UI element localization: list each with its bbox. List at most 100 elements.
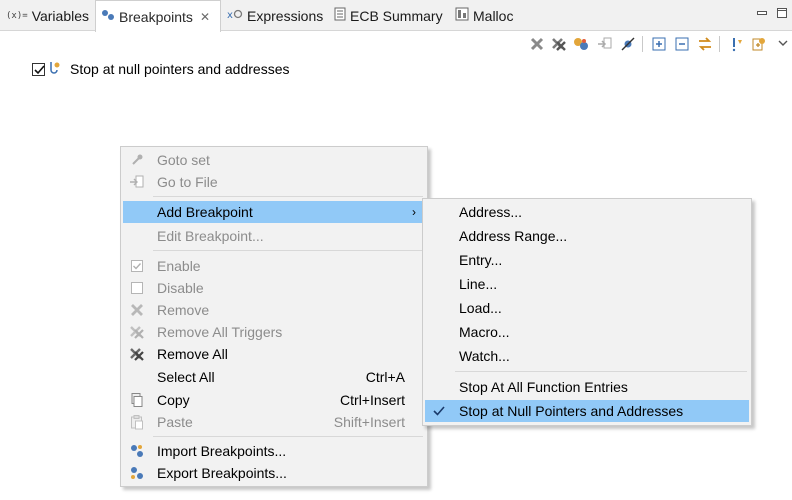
tab-breakpoints[interactable]: Breakpoints ✕ — [95, 0, 221, 32]
menu-item-add-breakpoint[interactable]: Add Breakpoint › — [123, 201, 425, 223]
menu-item-label: Enable — [157, 258, 201, 274]
menu-item-disable[interactable]: Disable — [123, 277, 425, 299]
checkmark-icon — [431, 403, 447, 419]
view-menu-icon[interactable] — [777, 36, 792, 52]
menu-item-remove-all[interactable]: Remove All — [123, 343, 425, 365]
menu-item-import-breakpoints[interactable]: Import Breakpoints... — [123, 440, 425, 462]
menu-item-label: Watch... — [459, 348, 510, 364]
tab-label: Expressions — [247, 7, 324, 24]
ecb-summary-icon — [334, 7, 346, 24]
expressions-icon: x — [227, 7, 243, 24]
breakpoint-checkbox[interactable] — [32, 62, 45, 76]
tab-label: Breakpoints — [119, 8, 193, 25]
malloc-icon — [455, 7, 469, 24]
menu-item-shortcut: Ctrl+Insert — [340, 392, 405, 408]
menu-item-label: Paste — [157, 414, 193, 430]
menu-item-label: Goto set — [157, 152, 210, 168]
null-pointer-breakpoint-icon — [48, 60, 62, 79]
menu-item-label: Copy — [157, 392, 190, 408]
menu-item-label: Stop at Null Pointers and Addresses — [459, 403, 684, 419]
submenu-item-watch[interactable]: Watch... — [425, 345, 749, 367]
menu-separator — [153, 196, 423, 197]
menu-item-label: Address Range... — [459, 228, 568, 244]
tab-label: Variables — [31, 7, 90, 24]
minimize-icon[interactable] — [756, 6, 768, 18]
tab-label: ECB Summary — [350, 7, 443, 24]
import-breakpoints-icon — [129, 443, 145, 459]
menu-item-remove-all-triggers[interactable]: Remove All Triggers — [123, 321, 425, 343]
remove-icon — [129, 302, 145, 318]
submenu-item-address-range[interactable]: Address Range... — [425, 225, 749, 247]
menu-item-label: Remove All — [157, 346, 228, 362]
tab-expressions[interactable]: x Expressions — [227, 0, 323, 31]
new-breakpoint-icon[interactable] — [751, 36, 767, 52]
menu-item-export-breakpoints[interactable]: Export Breakpoints... — [123, 462, 425, 484]
expand-all-icon[interactable] — [651, 36, 667, 52]
add-breakpoint-submenu: Address... Address Range... Entry... Lin… — [422, 198, 752, 426]
menu-item-copy[interactable]: Copy Ctrl+Insert — [123, 389, 425, 411]
menu-item-label: Entry... — [459, 252, 503, 268]
menu-item-label: Address... — [459, 204, 523, 220]
breakpoint-row[interactable]: Stop at null pointers and addresses — [32, 59, 289, 79]
tab-ecb-summary[interactable]: ECB Summary — [334, 0, 443, 31]
go-to-file-icon[interactable] — [597, 36, 613, 52]
menu-item-shortcut: Shift+Insert — [333, 414, 405, 430]
submenu-item-stop-all-function-entries[interactable]: Stop At All Function Entries — [425, 376, 749, 398]
menu-separator — [153, 436, 423, 437]
menu-item-label: Load... — [459, 300, 502, 316]
menu-item-remove[interactable]: Remove — [123, 299, 425, 321]
menu-item-label: Stop At All Function Entries — [459, 379, 628, 395]
submenu-arrow-icon: › — [412, 205, 416, 219]
toolbar-separator — [719, 36, 720, 52]
remove-icon[interactable] — [529, 36, 545, 52]
menu-item-label: Remove — [157, 302, 210, 318]
tab-label: Malloc — [473, 7, 514, 24]
tab-malloc[interactable]: Malloc — [455, 0, 513, 31]
breakpoints-icon — [101, 8, 115, 25]
maximize-icon[interactable] — [776, 6, 788, 18]
link-with-debug-view-icon[interactable] — [697, 36, 713, 52]
variables-icon: (x)= — [6, 10, 28, 21]
menu-item-label: Remove All Triggers — [157, 324, 283, 340]
menu-item-paste[interactable]: Paste Shift+Insert — [123, 411, 425, 433]
menu-separator — [455, 371, 747, 372]
remove-all-icon — [129, 346, 145, 362]
submenu-item-entry[interactable]: Entry... — [425, 249, 749, 271]
copy-icon — [129, 392, 145, 408]
paste-icon — [129, 414, 145, 430]
filter-icon[interactable] — [728, 36, 744, 52]
menu-item-label: Export Breakpoints... — [157, 465, 287, 481]
collapse-all-icon[interactable] — [674, 36, 690, 52]
menu-item-enable[interactable]: Enable — [123, 255, 425, 277]
menu-item-label: Edit Breakpoint... — [157, 228, 264, 244]
menu-item-goto-set[interactable]: Goto set — [123, 149, 425, 171]
svg-text:x: x — [227, 10, 233, 21]
tab-variables[interactable]: (x)= Variables — [6, 0, 89, 31]
context-menu: Goto set Go to File Add Breakpoint › Edi… — [120, 146, 428, 487]
go-to-file-icon — [129, 174, 145, 190]
submenu-item-macro[interactable]: Macro... — [425, 321, 749, 343]
group-breakpoints-icon[interactable] — [573, 36, 589, 52]
menu-item-label: Disable — [157, 280, 204, 296]
menu-item-label: Line... — [459, 276, 498, 292]
view-tab-bar: (x)= Variables Breakpoints ✕ x Expressio… — [0, 0, 792, 32]
menu-item-label: Add Breakpoint — [157, 204, 253, 220]
breakpoint-label: Stop at null pointers and addresses — [70, 61, 290, 77]
remove-all-icon[interactable] — [551, 36, 567, 52]
menu-item-label: Macro... — [459, 324, 510, 340]
menu-item-label: Go to File — [157, 174, 218, 190]
menu-item-label: Import Breakpoints... — [157, 443, 287, 459]
checkbox-checked-icon — [129, 258, 145, 274]
remove-all-triggers-icon — [129, 324, 145, 340]
submenu-item-address[interactable]: Address... — [425, 201, 749, 223]
submenu-item-line[interactable]: Line... — [425, 273, 749, 295]
submenu-item-load[interactable]: Load... — [425, 297, 749, 319]
checkbox-empty-icon — [129, 280, 145, 296]
goto-icon — [129, 152, 145, 168]
menu-item-select-all[interactable]: Select All Ctrl+A — [123, 366, 425, 388]
menu-item-go-to-file[interactable]: Go to File — [123, 171, 425, 193]
submenu-item-stop-null-pointers[interactable]: Stop at Null Pointers and Addresses — [425, 400, 749, 422]
close-tab-icon[interactable]: ✕ — [200, 10, 210, 24]
skip-breakpoints-icon[interactable] — [620, 36, 636, 52]
menu-item-edit-breakpoint[interactable]: Edit Breakpoint... — [123, 225, 425, 247]
